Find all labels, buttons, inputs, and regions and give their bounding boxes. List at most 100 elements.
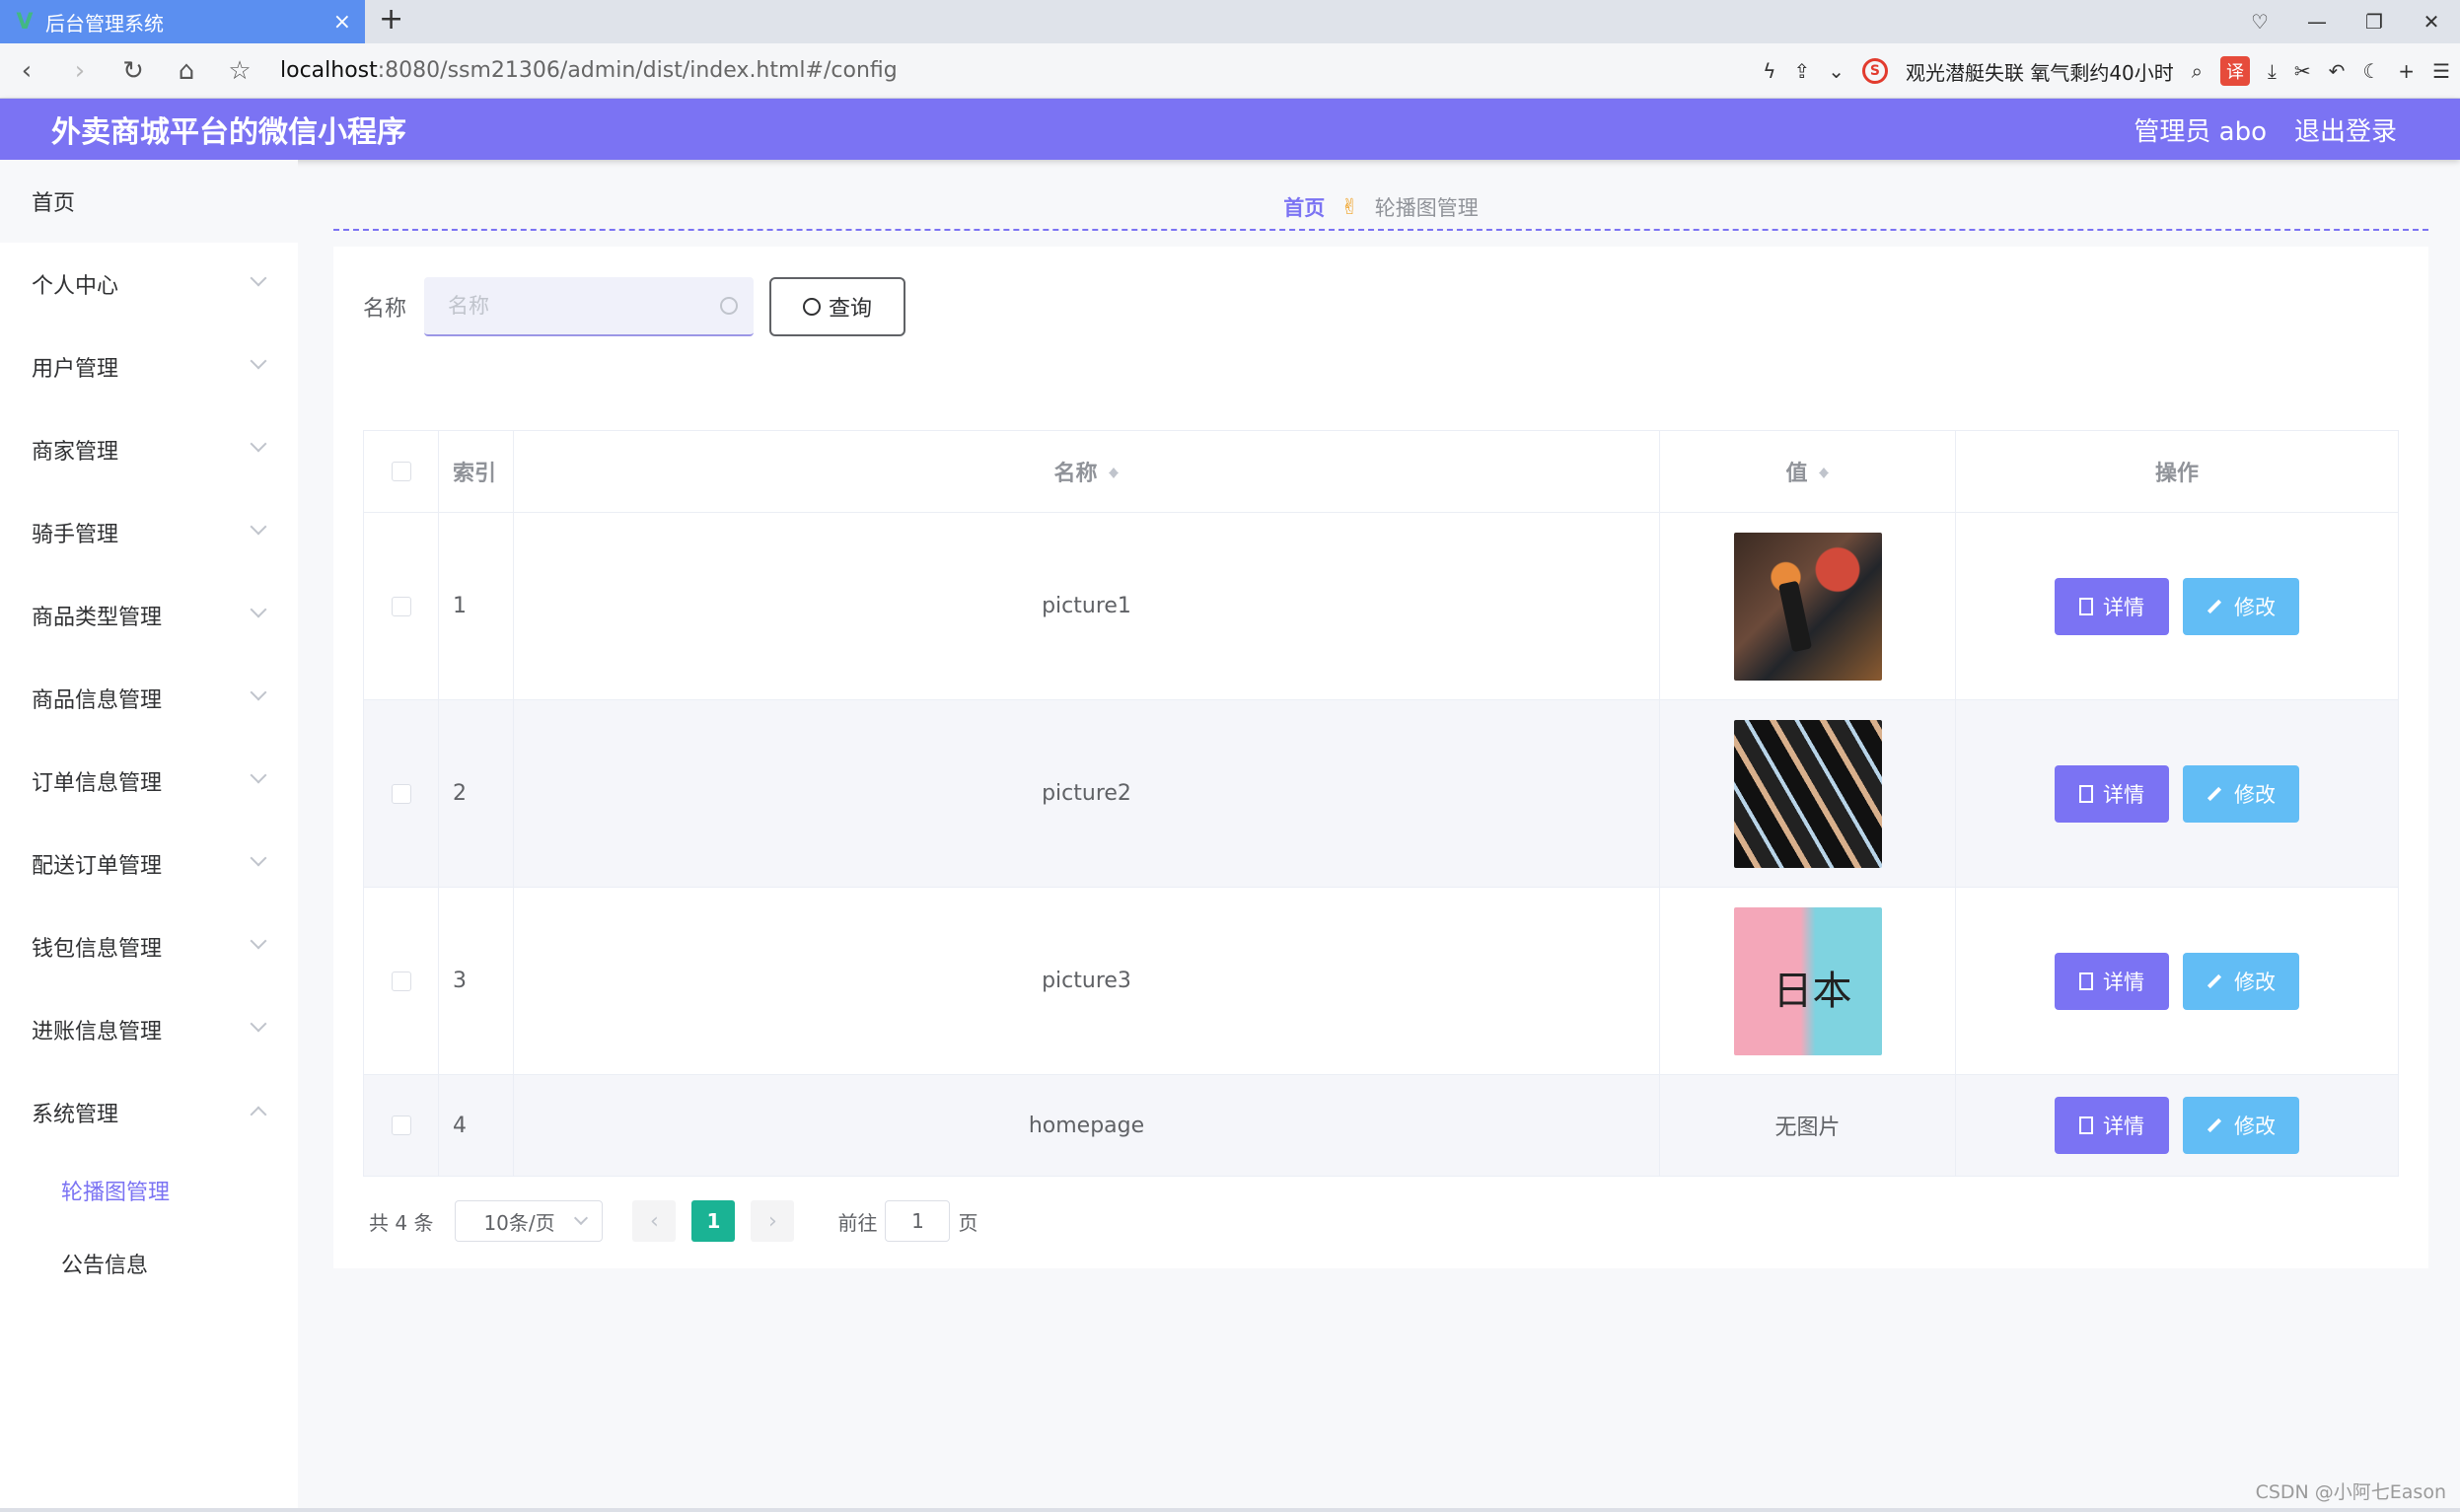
sidebar-item-label: 首页 bbox=[32, 191, 76, 216]
prev-page-button[interactable]: ‹ bbox=[632, 1200, 677, 1242]
search-icon[interactable]: ⌕ bbox=[2192, 59, 2203, 83]
reload-icon[interactable]: ↻ bbox=[107, 43, 160, 99]
table-header-row: 索引 名称 值 操作 bbox=[364, 431, 2398, 513]
edit-icon bbox=[2207, 973, 2222, 988]
bookmark-star-icon[interactable]: ☆ bbox=[213, 43, 266, 99]
edit-button[interactable]: 修改 bbox=[2183, 1097, 2299, 1154]
row-checkbox[interactable] bbox=[391, 971, 411, 991]
page-number-current[interactable]: 1 bbox=[691, 1200, 736, 1242]
edit-icon bbox=[2207, 786, 2222, 801]
header-value[interactable]: 值 bbox=[1660, 431, 1956, 512]
edit-button[interactable]: 修改 bbox=[2183, 952, 2299, 1010]
query-button-label: 查询 bbox=[829, 297, 873, 322]
detail-button[interactable]: 详情 bbox=[2055, 764, 2169, 823]
row-index: 4 bbox=[439, 1075, 514, 1176]
chevron-down-icon[interactable]: ⌄ bbox=[1828, 59, 1845, 83]
sidebar-item-product-types[interactable]: 商品类型管理 bbox=[0, 574, 298, 657]
pagination-total: 共 4 条 bbox=[369, 1210, 434, 1235]
sidebar-item-system[interactable]: 系统管理 bbox=[0, 1071, 298, 1154]
new-tab-icon[interactable]: + bbox=[379, 2, 403, 36]
plus-icon[interactable]: + bbox=[2398, 59, 2415, 83]
translate-icon[interactable]: 译 bbox=[2219, 56, 2250, 86]
search-icon bbox=[803, 298, 821, 316]
query-button[interactable]: 查询 bbox=[769, 277, 906, 336]
search-input[interactable] bbox=[424, 277, 755, 336]
download-icon[interactable]: ⤓ bbox=[2268, 59, 2277, 83]
row-checkbox[interactable] bbox=[391, 783, 411, 804]
chevron-down-icon bbox=[250, 932, 267, 950]
news-ticker[interactable]: 观光潜艇失联 氧气剩约40小时 bbox=[1906, 57, 2174, 86]
sidebar-item-users[interactable]: 用户管理 bbox=[0, 325, 298, 408]
detail-button[interactable]: 详情 bbox=[2055, 1097, 2169, 1154]
restore-icon[interactable]: ❐ bbox=[2346, 0, 2403, 43]
undo-icon[interactable]: ↶ bbox=[2329, 59, 2346, 83]
sidebar-item-riders[interactable]: 骑手管理 bbox=[0, 491, 298, 574]
home-icon[interactable]: ⌂ bbox=[160, 43, 213, 99]
row-index: 1 bbox=[439, 513, 514, 699]
pagination: 共 4 条 10条/页 ‹ 1 › 前往 页 bbox=[369, 1199, 977, 1243]
page-size-value: 10条/页 bbox=[483, 1210, 555, 1235]
breadcrumb-home[interactable]: 首页 bbox=[1283, 192, 1325, 222]
edit-icon bbox=[2207, 599, 2222, 613]
share-icon[interactable]: ⇪ bbox=[1793, 59, 1810, 83]
browser-tab[interactable]: V 后台管理系统 × bbox=[0, 0, 365, 43]
chevron-down-icon bbox=[250, 518, 267, 536]
sidebar-item-delivery-orders[interactable]: 配送订单管理 bbox=[0, 823, 298, 905]
next-page-button[interactable]: › bbox=[751, 1200, 795, 1242]
carousel-image bbox=[1733, 906, 1882, 1055]
sogou-icon[interactable]: S bbox=[1861, 58, 1888, 84]
chevron-down-icon bbox=[250, 849, 267, 867]
page-size-select[interactable]: 10条/页 bbox=[455, 1200, 604, 1242]
browser-tabbar: V 后台管理系统 × + ♡ — ❐ ✕ bbox=[0, 0, 2460, 43]
breadcrumb: 首页 ✌ 轮播图管理 bbox=[333, 185, 2428, 231]
tab-close-icon[interactable]: × bbox=[333, 10, 351, 35]
row-index: 2 bbox=[439, 700, 514, 887]
detail-button[interactable]: 详情 bbox=[2055, 952, 2169, 1010]
url-field[interactable]: localhost:8080/ssm21306/admin/dist/index… bbox=[280, 58, 898, 83]
sidebar-item-products[interactable]: 商品信息管理 bbox=[0, 657, 298, 740]
scissors-icon[interactable]: ✂ bbox=[2294, 59, 2311, 83]
carousel-image bbox=[1733, 532, 1882, 681]
sidebar-subitem-announcements[interactable]: 公告信息 bbox=[0, 1227, 298, 1300]
row-checkbox[interactable] bbox=[391, 1116, 411, 1135]
header-index: 索引 bbox=[439, 431, 514, 512]
chevron-down-icon bbox=[250, 684, 267, 701]
sort-icon[interactable] bbox=[1108, 463, 1120, 480]
edit-button[interactable]: 修改 bbox=[2183, 764, 2299, 823]
row-value bbox=[1660, 700, 1956, 887]
back-icon[interactable]: ‹ bbox=[0, 43, 53, 99]
goto-page-input[interactable] bbox=[885, 1200, 951, 1242]
forward-icon[interactable]: › bbox=[53, 43, 107, 99]
edit-button[interactable]: 修改 bbox=[2183, 577, 2299, 635]
sidebar-item-income[interactable]: 进账信息管理 bbox=[0, 988, 298, 1071]
sidebar-item-label: 钱包信息管理 bbox=[32, 937, 163, 962]
table-row: 4 homepage 无图片 详情 修改 bbox=[364, 1075, 2398, 1176]
logout-link[interactable]: 退出登录 bbox=[2294, 111, 2397, 148]
select-all-checkbox[interactable] bbox=[391, 462, 411, 481]
sidebar-item-orders[interactable]: 订单信息管理 bbox=[0, 740, 298, 823]
shirt-icon[interactable]: ♡ bbox=[2231, 0, 2288, 43]
edit-button-label: 修改 bbox=[2234, 782, 2276, 807]
row-select bbox=[364, 888, 439, 1074]
sidebar-item-personal[interactable]: 个人中心 bbox=[0, 243, 298, 325]
sort-icon[interactable] bbox=[1818, 463, 1830, 480]
row-actions: 详情 修改 bbox=[1956, 1075, 2398, 1176]
sidebar-item-wallet[interactable]: 钱包信息管理 bbox=[0, 905, 298, 988]
sidebar-item-label: 订单信息管理 bbox=[32, 771, 163, 796]
row-checkbox[interactable] bbox=[391, 596, 411, 616]
sidebar-subitem-carousel[interactable]: 轮播图管理 bbox=[0, 1154, 298, 1227]
header-name[interactable]: 名称 bbox=[514, 431, 1660, 512]
minimize-icon[interactable]: — bbox=[2288, 0, 2346, 43]
page-suffix: 页 bbox=[958, 1210, 978, 1235]
goto-label: 前往 bbox=[837, 1210, 878, 1235]
row-name: homepage bbox=[514, 1075, 1660, 1176]
detail-button[interactable]: 详情 bbox=[2055, 577, 2169, 635]
menu-icon[interactable]: ☰ bbox=[2432, 59, 2450, 83]
row-value bbox=[1660, 888, 1956, 1074]
moon-icon[interactable]: ☾ bbox=[2362, 59, 2380, 83]
sidebar-item-home[interactable]: 首页 bbox=[0, 160, 298, 243]
sidebar-item-merchants[interactable]: 商家管理 bbox=[0, 408, 298, 491]
close-window-icon[interactable]: ✕ bbox=[2403, 0, 2460, 43]
lightning-icon[interactable]: ϟ bbox=[1763, 59, 1775, 83]
header-actions-label: 操作 bbox=[2154, 462, 2199, 486]
